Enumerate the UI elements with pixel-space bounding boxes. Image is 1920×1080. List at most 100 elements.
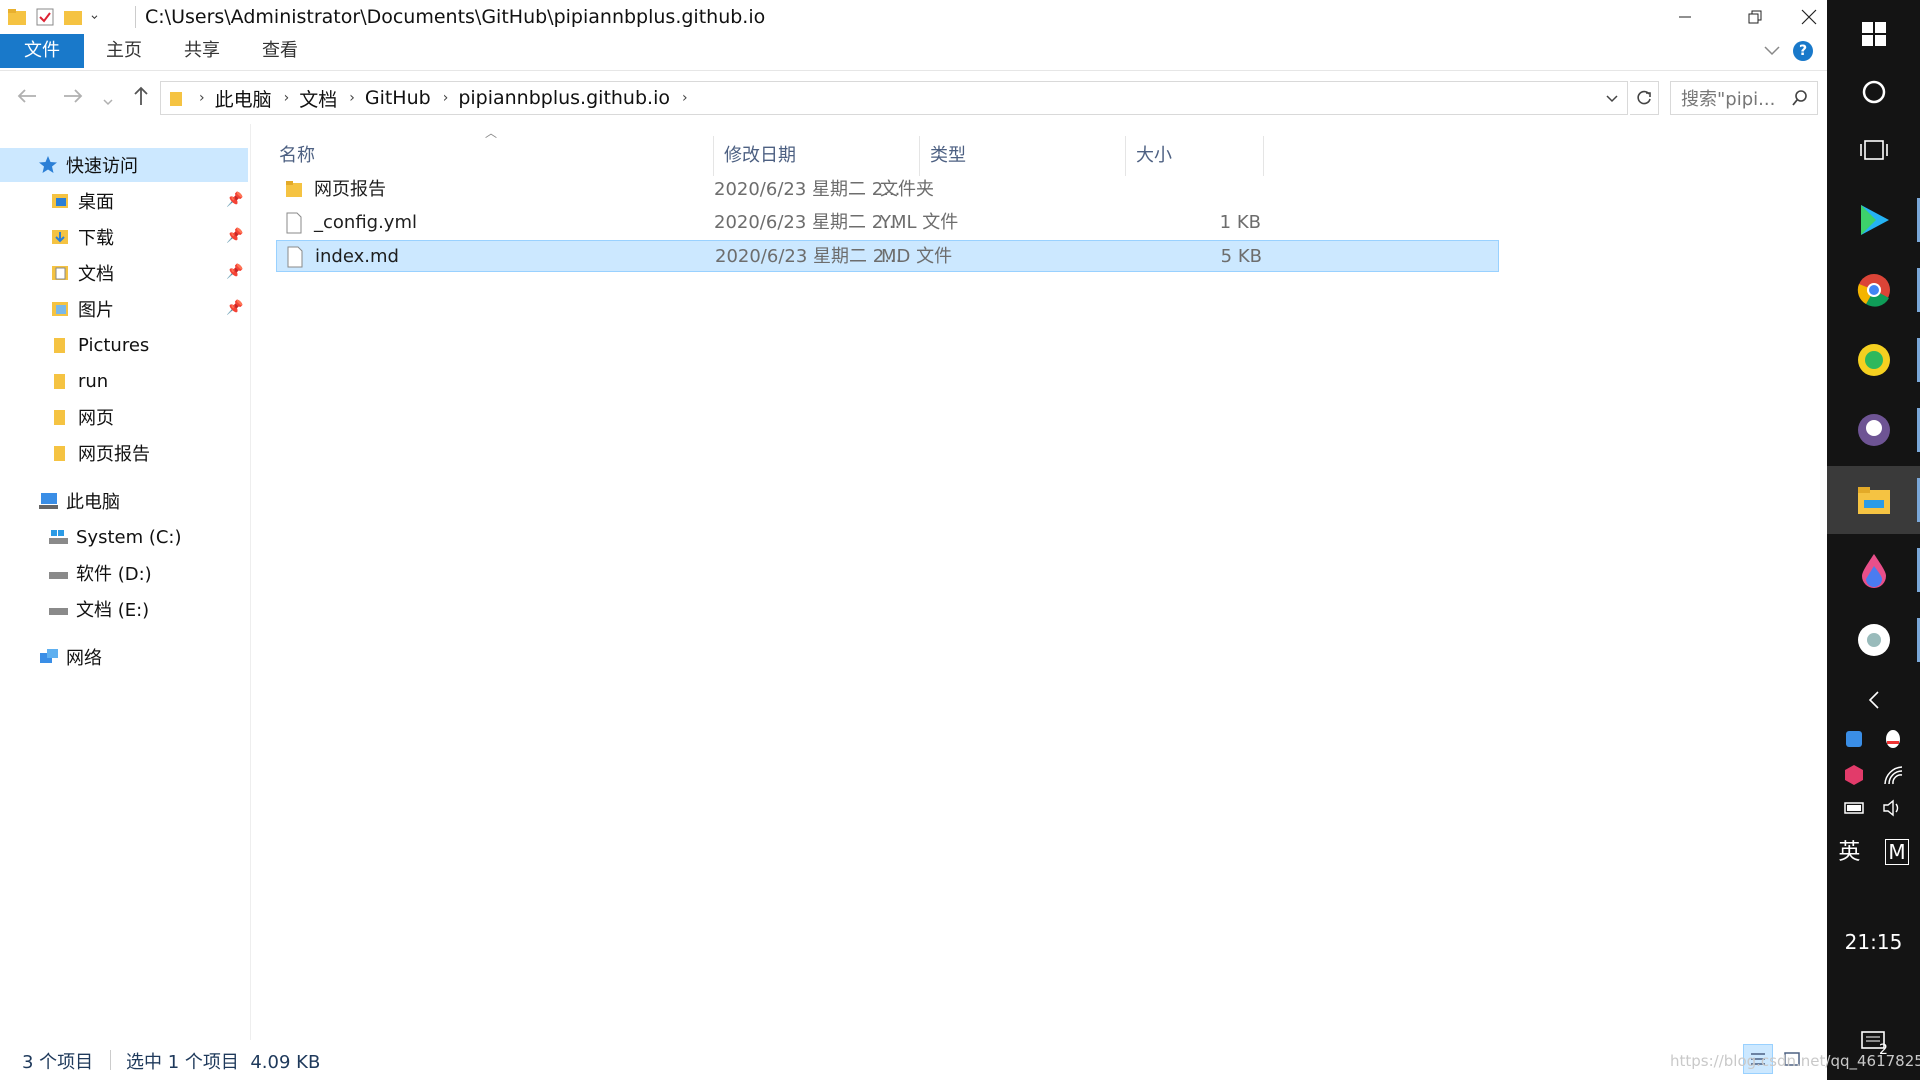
breadcrumb-separator[interactable]: › <box>199 90 205 106</box>
file-explorer-window: C:\Users\Administrator\Documents\GitHub\… <box>0 0 1827 1080</box>
chevron-down-icon[interactable] <box>1605 91 1619 105</box>
nav-item-desktop[interactable]: 桌面 <box>50 184 114 218</box>
nav-label: 桌面 <box>78 192 114 213</box>
refresh-button[interactable] <box>1630 81 1659 115</box>
nav-label: 软件 (D:) <box>76 564 152 585</box>
nav-item-webpage[interactable]: 网页 <box>50 400 114 434</box>
breadcrumb-repo[interactable]: pipiannbplus.github.io <box>458 87 670 109</box>
recent-locations-button[interactable] <box>102 89 114 114</box>
breadcrumb-separator[interactable]: › <box>443 90 449 106</box>
restore-button[interactable] <box>1720 0 1790 34</box>
nav-quick-access[interactable]: 快速访问 <box>38 148 138 182</box>
quick-access-toolbar <box>0 0 104 34</box>
breadcrumb-separator[interactable]: › <box>682 90 688 106</box>
nav-this-pc[interactable]: 此电脑 <box>38 484 120 518</box>
wifi-icon[interactable] <box>1882 764 1904 786</box>
breadcrumb-separator[interactable]: › <box>349 90 355 106</box>
show-hidden-icons-button[interactable] <box>1827 690 1920 716</box>
watermark: https://blog.csdn.net/qq_46178251 <box>1670 1052 1920 1070</box>
taskbar-app-music[interactable] <box>1827 326 1920 394</box>
search-input[interactable]: 搜索"pipi... <box>1681 85 1781 111</box>
ime-row: 英 M <box>1827 834 1920 866</box>
nav-item-downloads[interactable]: 下载 <box>50 220 114 254</box>
title-bar: C:\Users\Administrator\Documents\GitHub\… <box>0 0 1827 34</box>
column-header-name[interactable]: 名称 <box>269 136 714 176</box>
documents-folder-icon <box>50 263 70 283</box>
properties-icon[interactable] <box>34 6 56 28</box>
back-button[interactable] <box>16 85 38 113</box>
breadcrumb-github[interactable]: GitHub <box>365 87 431 109</box>
clock[interactable]: 21:15 <box>1827 930 1920 954</box>
column-header-type[interactable]: 类型 <box>920 136 1126 176</box>
nav-item-pictures-cn[interactable]: 图片 <box>50 292 114 326</box>
file-row-selected[interactable]: index.md 2020/6/23 星期二 2... MD 文件 5 KB <box>276 240 1499 272</box>
nav-label: 网页 <box>78 408 114 429</box>
file-size: 5 KB <box>1220 246 1262 267</box>
taskbar-app-video[interactable] <box>1827 186 1920 254</box>
taskbar-app-github[interactable] <box>1827 396 1920 464</box>
file-size: 1 KB <box>1219 212 1261 233</box>
file-size <box>1046 174 1261 206</box>
search-icon[interactable] <box>1791 89 1809 107</box>
tab-home[interactable]: 主页 <box>94 34 154 68</box>
help-button[interactable]: ? <box>1793 41 1813 61</box>
taskbar-app-drop[interactable] <box>1827 536 1920 604</box>
nav-drive-c[interactable]: System (C:) <box>48 520 182 554</box>
qq-icon[interactable] <box>1882 728 1904 750</box>
file-row[interactable]: _config.yml 2020/6/23 星期二 2... YML 文件 1 … <box>276 207 1499 239</box>
tray-row-3 <box>1827 798 1920 822</box>
pin-icon[interactable]: 📌 <box>226 228 243 244</box>
chevron-down-icon[interactable] <box>90 6 104 28</box>
pin-icon[interactable]: 📌 <box>226 264 243 280</box>
column-header-size[interactable]: 大小 <box>1126 136 1264 176</box>
minimize-icon <box>1679 16 1691 18</box>
breadcrumb-separator[interactable]: › <box>284 90 290 106</box>
task-view-button[interactable] <box>1827 116 1920 184</box>
nav-label: System (C:) <box>76 526 182 548</box>
folder-icon <box>50 335 70 355</box>
volume-icon[interactable] <box>1882 798 1904 818</box>
taskbar-app-chrome[interactable] <box>1827 256 1920 324</box>
chevron-down-icon <box>103 99 113 106</box>
tray-app-icon[interactable] <box>1843 728 1865 750</box>
nav-drive-d[interactable]: 软件 (D:) <box>48 556 152 590</box>
expand-ribbon-icon[interactable] <box>1762 40 1782 60</box>
ime-mode[interactable]: M <box>1885 839 1909 865</box>
battery-icon[interactable] <box>1843 798 1867 818</box>
taskbar-app-other[interactable] <box>1827 606 1920 674</box>
breadcrumb-documents[interactable]: 文档 <box>299 85 337 112</box>
pin-icon[interactable]: 📌 <box>226 300 243 316</box>
tab-share[interactable]: 共享 <box>172 34 232 68</box>
minimize-button[interactable] <box>1650 0 1720 34</box>
nav-item-webpage-report[interactable]: 网页报告 <box>50 436 150 470</box>
close-button[interactable] <box>1790 0 1827 34</box>
taskbar-app-explorer[interactable] <box>1827 466 1920 534</box>
nav-item-run[interactable]: run <box>50 364 108 398</box>
new-folder-icon[interactable] <box>62 6 84 28</box>
breadcrumb-this-pc[interactable]: 此电脑 <box>215 85 272 112</box>
nav-drive-e[interactable]: 文档 (E:) <box>48 592 149 626</box>
nav-network[interactable]: 网络 <box>38 640 102 674</box>
file-row[interactable]: 网页报告 2020/6/23 星期二 2... 文件夹 <box>276 174 1499 206</box>
nav-item-pictures[interactable]: Pictures <box>50 328 149 362</box>
file-name: _config.yml <box>314 212 417 233</box>
tray-hexagon-icon[interactable] <box>1843 764 1865 786</box>
nav-item-documents[interactable]: 文档 <box>50 256 114 290</box>
tab-file[interactable]: 文件 <box>0 34 84 68</box>
nav-label: run <box>78 370 109 392</box>
pin-icon[interactable]: 📌 <box>226 192 243 208</box>
folder-icon[interactable] <box>6 6 28 28</box>
column-header-modified[interactable]: 修改日期 <box>714 136 920 176</box>
search-box[interactable]: 搜索"pipi... <box>1670 81 1818 115</box>
forward-button[interactable] <box>62 85 84 113</box>
hard-drive-icon <box>48 599 68 619</box>
tab-view[interactable]: 查看 <box>250 34 310 68</box>
selection-info: 选中 1 个项目 4.09 KB <box>126 1052 321 1073</box>
file-name: 网页报告 <box>314 179 386 200</box>
ime-language[interactable]: 英 <box>1838 840 1860 865</box>
task-view-icon <box>1859 140 1888 160</box>
up-button[interactable] <box>130 85 152 113</box>
address-bar[interactable]: › 此电脑 › 文档 › GitHub › pipiannbplus.githu… <box>160 81 1628 115</box>
search-circle-icon <box>1862 80 1885 104</box>
network-icon <box>38 647 58 667</box>
